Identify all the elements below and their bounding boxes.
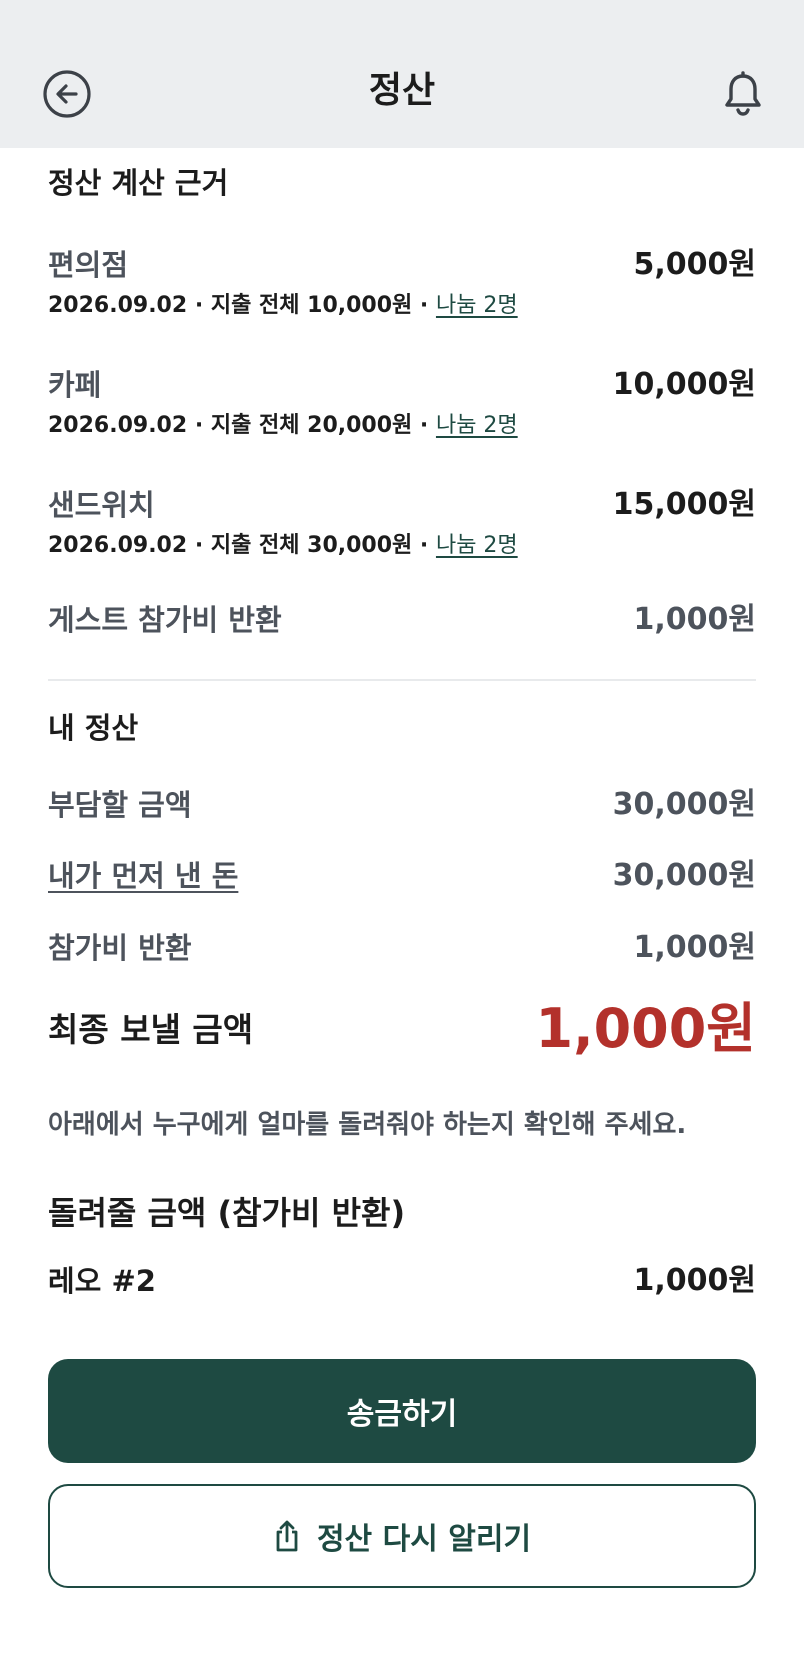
send-money-button[interactable]: 송금하기 [48, 1359, 756, 1463]
expense-detail: 2026.09.02 · 지출 전체 20,000원 · 나눔 2명 [48, 411, 518, 441]
basis-section-title: 정산 계산 근거 [48, 166, 229, 200]
section-divider [48, 679, 756, 681]
expense-amount: 15,000원 [612, 487, 756, 522]
app-header: 정산 [0, 0, 804, 148]
refund-notice: 아래에서 누구에게 얼마를 돌려줘야 하는지 확인해 주세요. [48, 1110, 687, 1140]
final-amount-label: 최종 보낼 금액 [48, 1010, 254, 1049]
notification-button[interactable] [720, 70, 766, 118]
expense-row: 편의점 5,000원 2026.09.02 · 지출 전체 10,000원 · … [48, 245, 756, 325]
share-icon [276, 1520, 298, 1552]
paid-first-amount: 30,000원 [612, 858, 756, 893]
refund-row: 레오 #2 1,000원 [48, 1261, 756, 1301]
page-title: 정산 [368, 70, 436, 111]
expense-detail-text: 2026.09.02 · 지출 전체 20,000원 · [48, 413, 436, 438]
paid-first-row: 내가 먼저 낸 돈 30,000원 [48, 856, 756, 896]
expense-amount: 5,000원 [633, 247, 757, 282]
fee-refund-label: 참가비 반환 [48, 931, 192, 965]
expense-label: 편의점 [48, 248, 129, 282]
bell-icon [725, 71, 761, 116]
share-count-link[interactable]: 나눔 2명 [436, 413, 518, 438]
final-amount-value: 1,000원 [535, 997, 757, 1060]
guest-fee-row: 게스트 참가비 반환 1,000원 [48, 600, 756, 640]
renotify-label: 정산 다시 알리기 [316, 1522, 532, 1557]
guest-fee-label: 게스트 참가비 반환 [48, 603, 282, 637]
expense-label: 카페 [48, 368, 102, 402]
expense-detail: 2026.09.02 · 지출 전체 30,000원 · 나눔 2명 [48, 531, 518, 561]
renotify-button[interactable]: 정산 다시 알리기 [48, 1484, 756, 1588]
paid-first-link[interactable]: 내가 먼저 낸 돈 [48, 856, 238, 896]
expense-detail-text: 2026.09.02 · 지출 전체 10,000원 · [48, 293, 436, 318]
fee-refund-amount: 1,000원 [633, 930, 757, 965]
fee-refund-row: 참가비 반환 1,000원 [48, 928, 756, 968]
expense-detail-text: 2026.09.02 · 지출 전체 30,000원 · [48, 533, 436, 558]
burden-amount: 30,000원 [612, 787, 756, 822]
share-count-link[interactable]: 나눔 2명 [436, 533, 518, 558]
expense-row: 샌드위치 15,000원 2026.09.02 · 지출 전체 30,000원 … [48, 485, 756, 565]
share-count-link[interactable]: 나눔 2명 [436, 293, 518, 318]
refund-section-title: 돌려줄 금액 (참가비 반환) [48, 1194, 406, 1232]
refund-amount: 1,000원 [633, 1263, 757, 1298]
expense-row: 카페 10,000원 2026.09.02 · 지출 전체 20,000원 · … [48, 365, 756, 445]
expense-amount: 10,000원 [612, 367, 756, 402]
guest-fee-amount: 1,000원 [633, 602, 757, 637]
my-settlement-title: 내 정산 [48, 711, 139, 745]
burden-row: 부담할 금액 30,000원 [48, 785, 756, 825]
expense-label: 샌드위치 [48, 488, 155, 522]
refund-recipient: 레오 #2 [48, 1264, 156, 1298]
expense-detail: 2026.09.02 · 지출 전체 10,000원 · 나눔 2명 [48, 291, 518, 321]
burden-label: 부담할 금액 [48, 788, 192, 822]
